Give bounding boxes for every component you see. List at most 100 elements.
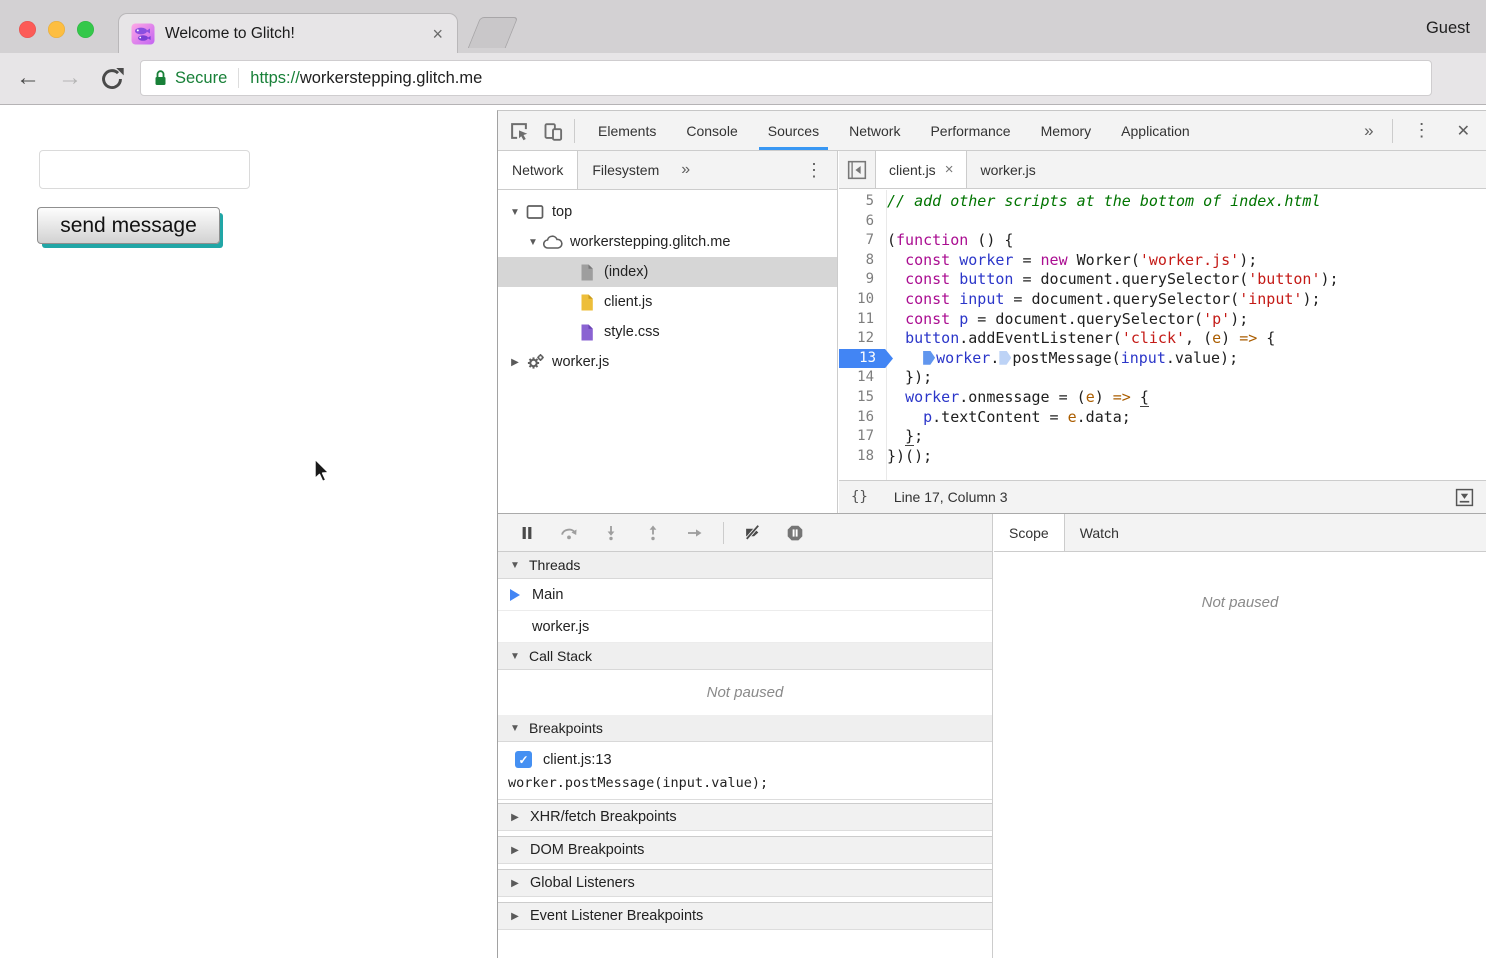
url-text[interactable]: https://workerstepping.glitch.me: [250, 69, 482, 88]
line-number[interactable]: 11: [839, 310, 887, 330]
more-tabs-icon[interactable]: »: [1354, 121, 1383, 141]
tree-item-index[interactable]: (index): [498, 257, 837, 287]
devtools-tab-network[interactable]: Network: [834, 111, 915, 150]
sidebar-tab-scope[interactable]: Scope: [994, 514, 1065, 551]
line-number[interactable]: 10: [839, 290, 887, 310]
hide-navigator-icon[interactable]: [839, 151, 875, 188]
section-xhr-fetch-breakpoints[interactable]: ▶XHR/fetch Breakpoints: [498, 803, 992, 831]
editor-tab-client-js[interactable]: client.js×: [875, 151, 967, 188]
code-line[interactable]: 13 worker.postMessage(input.value);: [839, 349, 1486, 369]
code-line[interactable]: 15 worker.onmessage = (e) => {: [839, 388, 1486, 408]
send-message-button[interactable]: send message: [37, 207, 220, 244]
devtools-menu-icon[interactable]: ⋮: [1401, 120, 1443, 141]
navigator-tab-network[interactable]: Network: [498, 151, 578, 189]
code-line[interactable]: 8 const worker = new Worker('worker.js')…: [839, 251, 1486, 271]
pretty-print-icon[interactable]: {}: [851, 489, 868, 505]
pause-script-icon[interactable]: [510, 520, 543, 546]
line-number[interactable]: 14: [839, 368, 887, 388]
code-line[interactable]: 18})();: [839, 447, 1486, 467]
breakpoint-line-number[interactable]: 13: [839, 349, 893, 369]
tree-item-client-js[interactable]: client.js: [498, 287, 837, 317]
line-number[interactable]: 5: [839, 192, 887, 212]
device-toolbar-icon[interactable]: [540, 118, 566, 144]
deactivate-breakpoints-icon[interactable]: [736, 520, 769, 546]
code-line[interactable]: 11 const p = document.querySelector('p')…: [839, 310, 1486, 330]
line-number[interactable]: 9: [839, 270, 887, 290]
navigator-tabs: NetworkFilesystem » ⋮: [498, 151, 837, 190]
close-tab-icon[interactable]: ×: [945, 161, 954, 178]
browser-tab[interactable]: Welcome to Glitch! ×: [118, 13, 458, 53]
devtools-tab-console[interactable]: Console: [671, 111, 752, 150]
zoom-window-button[interactable]: [77, 21, 94, 38]
tab-close-icon[interactable]: ×: [430, 25, 445, 43]
code-line[interactable]: 17 };: [839, 427, 1486, 447]
code-line[interactable]: 12 button.addEventListener('click', (e) …: [839, 329, 1486, 349]
line-number[interactable]: 18: [839, 447, 887, 467]
step-icon[interactable]: [678, 520, 711, 546]
code-line[interactable]: 16 p.textContent = e.data;: [839, 408, 1486, 428]
line-number[interactable]: 15: [839, 388, 887, 408]
code-line[interactable]: 6: [839, 212, 1486, 232]
secure-label[interactable]: Secure: [175, 69, 227, 88]
back-icon[interactable]: ←: [16, 64, 40, 92]
breakpoint-code-snippet: worker.postMessage(input.value);: [498, 768, 992, 795]
code-line[interactable]: 10 const input = document.querySelector(…: [839, 290, 1486, 310]
section-dom-breakpoints[interactable]: ▶DOM Breakpoints: [498, 836, 992, 864]
code-line[interactable]: 9 const button = document.querySelector(…: [839, 270, 1486, 290]
line-number[interactable]: 17: [839, 427, 887, 447]
call-stack-section-header[interactable]: ▼ Call Stack: [498, 643, 992, 670]
toolbar-divider: [1392, 119, 1393, 143]
line-number[interactable]: 12: [839, 329, 887, 349]
address-bar[interactable]: Secure https://workerstepping.glitch.me: [140, 60, 1432, 96]
reload-icon[interactable]: [99, 66, 125, 97]
tree-item-workerstepping-glitch-me[interactable]: ▼workerstepping.glitch.me: [498, 227, 837, 257]
devtools-tab-elements[interactable]: Elements: [583, 111, 671, 150]
tree-item-top[interactable]: ▼top: [498, 197, 837, 227]
message-input[interactable]: [39, 150, 250, 189]
tree-item-style-css[interactable]: style.css: [498, 317, 837, 347]
jump-to-source-icon[interactable]: [1455, 488, 1474, 507]
minimize-window-button[interactable]: [48, 21, 65, 38]
breakpoint-entry[interactable]: ✓ client.js:13 worker.postMessage(input.…: [498, 742, 992, 800]
navigator-tab-filesystem[interactable]: Filesystem: [578, 151, 673, 189]
section-global-listeners[interactable]: ▶Global Listeners: [498, 869, 992, 897]
breakpoint-checkbox[interactable]: ✓: [515, 751, 532, 768]
thread-worker-js[interactable]: worker.js: [498, 611, 992, 643]
devtools-tab-application[interactable]: Application: [1106, 111, 1205, 150]
breakpoint-location-label[interactable]: client.js:13: [543, 752, 612, 768]
step-into-icon[interactable]: [594, 520, 627, 546]
section-event-listener-breakpoints[interactable]: ▶Event Listener Breakpoints: [498, 902, 992, 930]
devtools-tab-memory[interactable]: Memory: [1026, 111, 1107, 150]
code-line-content: const input = document.querySelector('in…: [887, 290, 1321, 310]
tree-item-worker-js[interactable]: ▶worker.js: [498, 347, 837, 377]
devtools-close-icon[interactable]: ✕: [1443, 121, 1486, 141]
sidebar-tab-watch[interactable]: Watch: [1065, 514, 1134, 551]
pause-on-exceptions-icon[interactable]: [778, 520, 811, 546]
inline-breakpoint-marker-icon[interactable]: [923, 351, 935, 365]
forward-icon[interactable]: →: [58, 64, 82, 92]
inline-breakpoint-marker-icon[interactable]: [999, 351, 1011, 365]
line-number[interactable]: 6: [839, 212, 887, 232]
thread-main[interactable]: Main: [498, 579, 992, 611]
breakpoints-section-header[interactable]: ▼ Breakpoints: [498, 715, 992, 742]
step-out-icon[interactable]: [636, 520, 669, 546]
inspect-element-icon[interactable]: [506, 118, 532, 144]
devtools-tab-performance[interactable]: Performance: [915, 111, 1025, 150]
navigator-more-tabs-icon[interactable]: »: [673, 151, 698, 189]
code-editor[interactable]: 5// add other scripts at the bottom of i…: [839, 190, 1486, 480]
secure-lock-icon[interactable]: [153, 69, 168, 88]
line-number[interactable]: 7: [839, 231, 887, 251]
close-window-button[interactable]: [19, 21, 36, 38]
editor-tab-worker-js[interactable]: worker.js: [967, 151, 1048, 188]
code-line[interactable]: 14 });: [839, 368, 1486, 388]
line-number[interactable]: 16: [839, 408, 887, 428]
new-tab-button[interactable]: [468, 17, 519, 48]
editor-tabbar: client.js×worker.js: [839, 151, 1486, 189]
line-number[interactable]: 8: [839, 251, 887, 271]
code-line[interactable]: 5// add other scripts at the bottom of i…: [839, 192, 1486, 212]
devtools-tab-sources[interactable]: Sources: [753, 111, 834, 150]
step-over-icon[interactable]: [552, 520, 585, 546]
threads-section-header[interactable]: ▼ Threads: [498, 552, 992, 579]
code-line[interactable]: 7(function () {: [839, 231, 1486, 251]
navigator-menu-icon[interactable]: ⋮: [791, 151, 837, 189]
